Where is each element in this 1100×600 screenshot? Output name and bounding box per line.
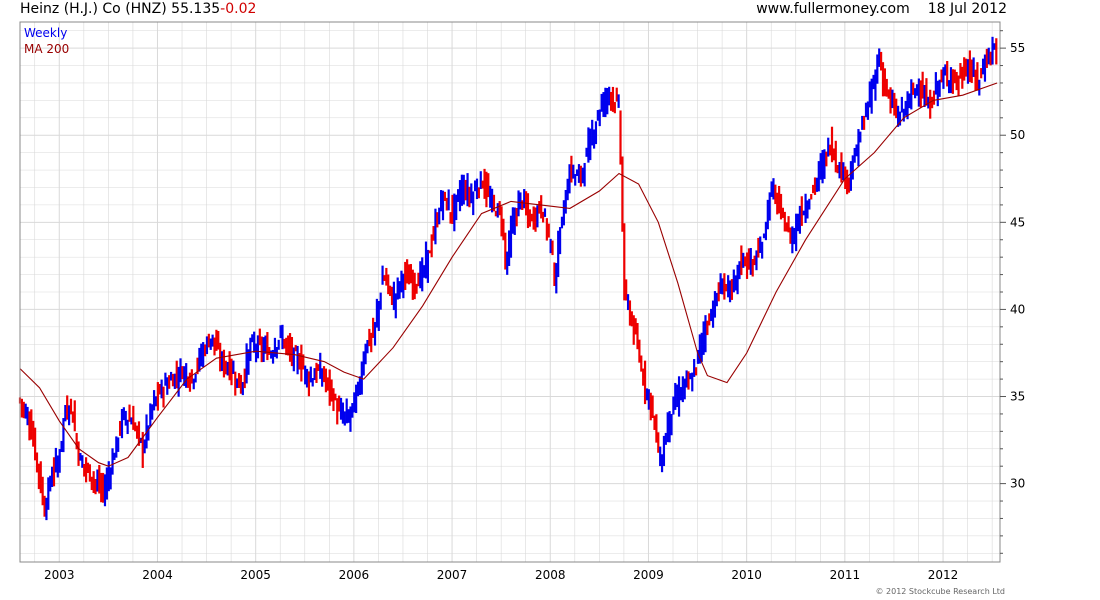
x-tick-label: 2006 — [339, 568, 370, 582]
weekly-bars — [18, 36, 998, 521]
legend-ma-200: MA 200 — [24, 42, 69, 56]
x-tick-label: 2009 — [633, 568, 664, 582]
legend-weekly: Weekly — [24, 26, 67, 40]
chart-axes: 30 35 40 45 50 55 2003 2004 2005 2006 2007 2008 2009… — [19, 21, 1025, 582]
y-tick-label: 50 — [1010, 128, 1025, 142]
x-tick-label: 2003 — [44, 568, 75, 582]
y-tick-label: 45 — [1010, 215, 1025, 229]
chart-grid — [20, 22, 1000, 562]
y-tick-label: 55 — [1010, 41, 1025, 55]
chart-legend: Weekly MA 200 — [24, 26, 69, 56]
x-tick-label: 2004 — [142, 568, 173, 582]
y-tick-label: 35 — [1010, 390, 1025, 404]
x-tick-label: 2007 — [437, 568, 468, 582]
x-tick-label: 2011 — [830, 568, 861, 582]
x-tick-label: 2010 — [731, 568, 762, 582]
y-tick-label: 30 — [1010, 477, 1025, 491]
copyright-notice: © 2012 Stockcube Research Ltd — [875, 587, 1005, 596]
x-tick-label: 2005 — [240, 568, 271, 582]
price-chart: 30 35 40 45 50 55 2003 2004 2005 2006 2007 2008 2009… — [18, 21, 1025, 582]
x-tick-label: 2012 — [928, 568, 959, 582]
y-tick-label: 40 — [1010, 302, 1025, 316]
x-tick-label: 2008 — [535, 568, 566, 582]
